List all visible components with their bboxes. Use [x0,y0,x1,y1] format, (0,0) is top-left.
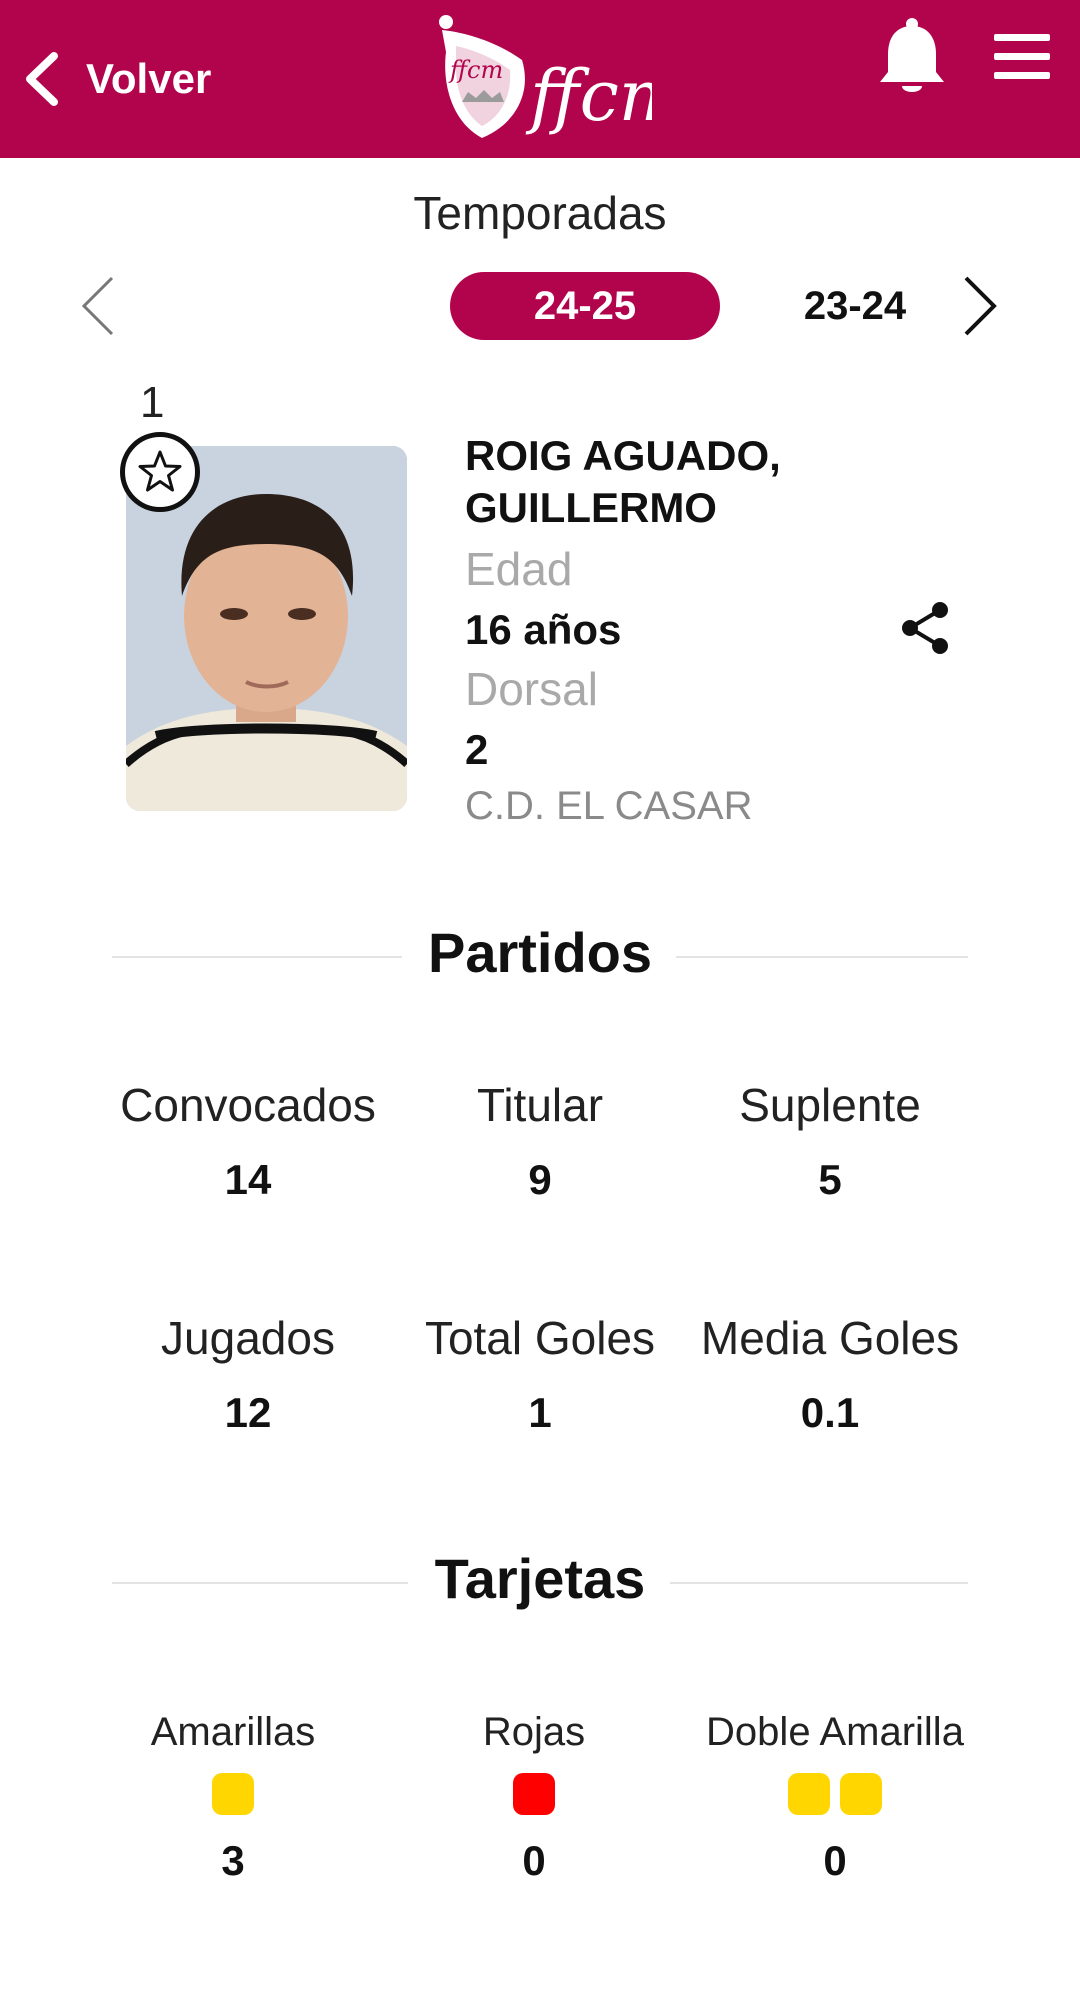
age-value: 16 años [465,606,622,653]
partidos-title: Partidos [427,921,653,984]
svg-text:ffcm: ffcm [525,55,652,137]
next-season-arrow-icon[interactable] [960,274,1000,338]
stat-value: 5 [818,1156,842,1203]
bell-icon[interactable] [876,16,948,100]
card-label: Rojas [482,1710,586,1754]
back-button[interactable]: Volver [22,44,211,114]
chevron-left-icon [26,52,58,106]
stat-value: 12 [224,1389,272,1436]
back-label: Volver [86,55,212,102]
stat-convocados: Convocados 14 [98,1078,398,1204]
favorite-star-button[interactable] [120,432,200,512]
player-rank: 1 [140,378,165,427]
card-value: 3 [221,1837,245,1884]
ffcm-logo: ffcm ffcm [439,15,652,138]
player-name: ROIG AGUADO, GUILLERMO [465,432,781,531]
yellow-card-icon [212,1773,254,1815]
card-value: 0 [823,1837,847,1884]
season-tab-active[interactable]: 24-25 [450,272,720,340]
card-value: 0 [522,1837,546,1884]
partidos-section-header: Partidos [112,916,968,996]
stat-label: Jugados [161,1312,335,1364]
stat-jugados: Jugados 12 [98,1311,398,1437]
dorsal-value: 2 [465,726,489,773]
card-stat-amarillas: Amarillas 3 [73,1710,393,1885]
tarjetas-title: Tarjetas [434,1547,646,1610]
stat-value: 1 [528,1389,552,1436]
card-label: Amarillas [150,1710,316,1754]
tarjetas-section-header: Tarjetas [112,1542,968,1622]
season-tab-previous[interactable]: 23-24 [775,272,935,340]
hamburger-menu-icon[interactable] [992,32,1052,82]
card-stat-doble-amarilla: Doble Amarilla 0 [675,1710,995,1885]
stat-suplente: Suplente 5 [680,1078,980,1204]
card-stat-rojas: Rojas 0 [374,1710,694,1885]
stat-label: Convocados [120,1079,376,1131]
stat-label: Media Goles [700,1312,960,1364]
player-club: C.D. EL CASAR [465,784,753,828]
card-label: Doble Amarilla [706,1710,964,1754]
star-icon [138,450,182,492]
stat-label: Titular [476,1079,604,1131]
stat-value: 9 [528,1156,552,1203]
yellow-card-icon [788,1773,830,1815]
stat-label: Total Goles [424,1312,656,1364]
seasons-title: Temporadas [413,187,667,239]
stat-label: Suplente [739,1079,921,1131]
svg-text:ffcm: ffcm [448,56,503,84]
stat-value: 14 [224,1156,272,1203]
age-label: Edad [465,543,573,595]
yellow-card-icon [840,1773,882,1815]
stat-total-goles: Total Goles 1 [390,1311,690,1437]
stat-titular: Titular 9 [390,1078,690,1204]
red-card-icon [513,1773,555,1815]
prev-season-arrow-icon[interactable] [78,274,118,338]
stat-media-goles: Media Goles 0.1 [680,1311,980,1437]
share-icon[interactable] [898,600,954,656]
stat-value: 0.1 [800,1389,860,1436]
dorsal-label: Dorsal [465,663,598,715]
top-bar: Volver ffcm ffcm [0,0,1080,158]
